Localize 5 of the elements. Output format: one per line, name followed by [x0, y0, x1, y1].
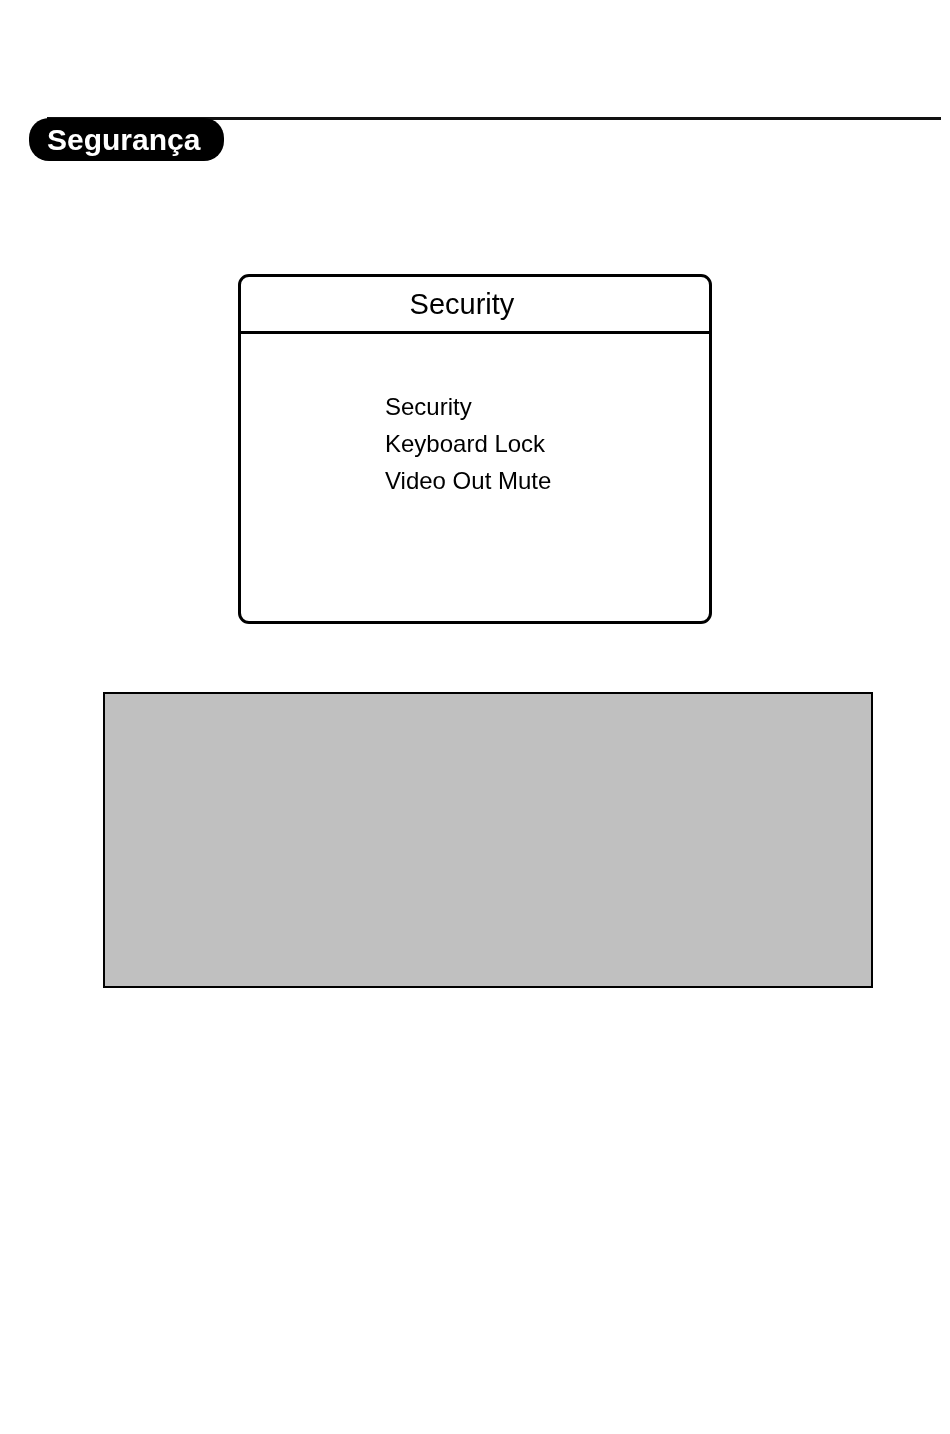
menu-item[interactable]: Video Out Mute: [385, 467, 552, 495]
window-title: Security: [409, 287, 515, 321]
menu-item[interactable]: Keyboard Lock: [385, 430, 546, 458]
section-heading: Segurança: [29, 118, 225, 161]
menu-item[interactable]: Security: [385, 393, 472, 421]
